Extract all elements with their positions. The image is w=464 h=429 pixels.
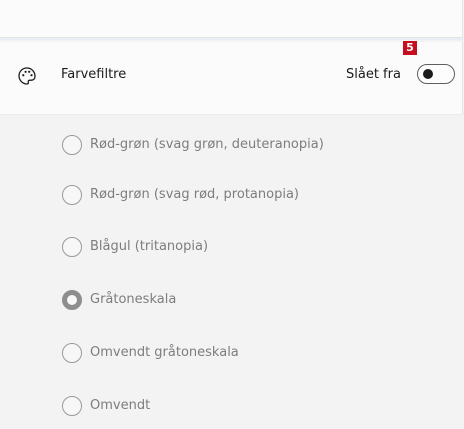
- radio-tritanopia[interactable]: [62, 237, 82, 257]
- radio-inverted-grayscale[interactable]: [62, 343, 82, 363]
- option-label: Rød-grøn (svag grøn, deuteranopia): [90, 137, 324, 152]
- option-label: Omvendt gråtoneskala: [90, 345, 239, 360]
- color-filters-label: Farvefiltre: [61, 67, 127, 82]
- top-panel: [0, 0, 463, 38]
- radio-grayscale[interactable]: [62, 290, 82, 310]
- radio-protanopia[interactable]: [62, 185, 82, 205]
- radio-deuteranopia[interactable]: [62, 135, 82, 155]
- toggle-status-label: Slået fra: [346, 67, 401, 82]
- option-label: Omvendt: [90, 398, 151, 413]
- color-filters-setting-row[interactable]: Farvefiltre Slået fra 5: [0, 41, 463, 115]
- toggle-knob: [423, 69, 433, 79]
- radio-inverted[interactable]: [62, 396, 82, 416]
- option-label: Gråtoneskala: [90, 292, 177, 307]
- option-label: Rød-grøn (svag rød, protanopia): [90, 187, 299, 202]
- step-badge: 5: [403, 41, 417, 55]
- color-filters-toggle[interactable]: [417, 64, 455, 84]
- section-divider: [0, 38, 464, 40]
- color-filter-options: Rød-grøn (svag grøn, deuteranopia) Rød-g…: [0, 115, 464, 429]
- option-label: Blågul (tritanopia): [90, 239, 209, 254]
- palette-icon: [16, 65, 38, 87]
